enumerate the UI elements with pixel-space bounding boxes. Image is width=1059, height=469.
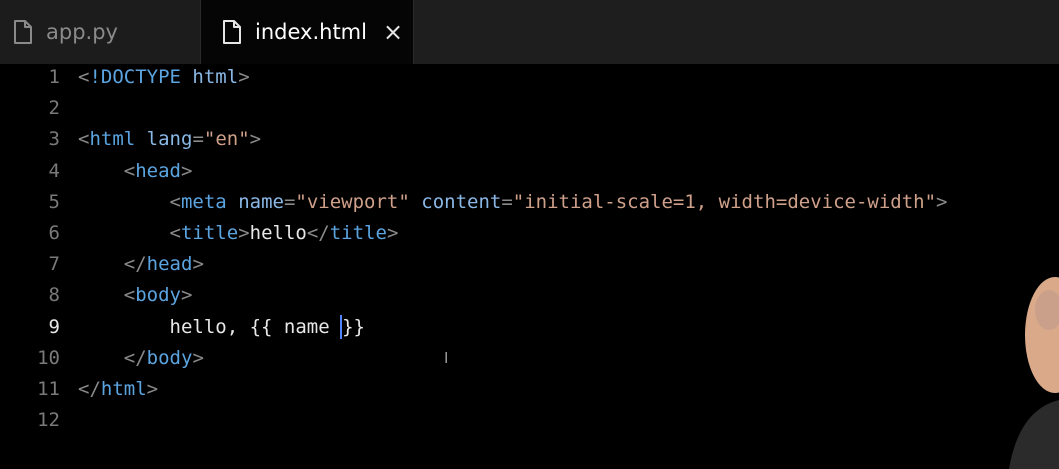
code-text[interactable]: <meta name="viewport" content="initial-s… bbox=[78, 187, 948, 218]
tab-index-html[interactable]: index.html × bbox=[200, 0, 414, 64]
code-text[interactable]: <head> bbox=[78, 156, 193, 187]
code-text[interactable]: <body> bbox=[78, 280, 193, 311]
code-line[interactable]: 3 <html lang="en"> bbox=[0, 124, 1059, 155]
code-text[interactable]: hello, {{ name }} bbox=[78, 312, 365, 343]
line-number: 12 bbox=[37, 409, 60, 432]
tab-label: index.html bbox=[255, 20, 367, 44]
tab-bar: app.py index.html × bbox=[0, 0, 1059, 64]
code-line[interactable]: 4 <head> bbox=[0, 156, 1059, 187]
line-number: 8 bbox=[48, 284, 60, 307]
code-line[interactable]: 2 bbox=[0, 93, 1059, 124]
text-caret bbox=[340, 315, 343, 339]
code-text[interactable]: <!DOCTYPE html> bbox=[78, 62, 250, 93]
code-line[interactable]: 10 </body> bbox=[0, 343, 1059, 374]
line-number: 7 bbox=[48, 253, 60, 276]
code-text[interactable]: </html> bbox=[78, 374, 158, 405]
code-line[interactable]: 11 </html> bbox=[0, 374, 1059, 405]
code-editor[interactable]: app.py index.html × 1 <!DOCTYPE html> 2 3 <h… bbox=[0, 0, 1059, 469]
code-text[interactable]: </body> bbox=[78, 343, 204, 374]
text-cursor-icon: I bbox=[444, 349, 449, 367]
code-line[interactable]: 1 <!DOCTYPE html> bbox=[0, 62, 1059, 93]
presenter-video-overlay bbox=[1009, 277, 1059, 469]
line-number: 6 bbox=[48, 221, 60, 244]
line-number: 3 bbox=[48, 128, 60, 151]
line-number: 2 bbox=[48, 97, 60, 120]
close-icon[interactable]: × bbox=[383, 20, 403, 44]
code-text[interactable]: </head> bbox=[78, 249, 204, 280]
tab-label: app.py bbox=[46, 20, 118, 44]
line-number: 10 bbox=[37, 346, 60, 369]
code-line[interactable]: 9 hello, {{ name }} bbox=[0, 312, 1059, 343]
code-line[interactable]: 8 <body> bbox=[0, 280, 1059, 311]
code-text[interactable]: <html lang="en"> bbox=[78, 124, 261, 155]
code-line[interactable]: 5 <meta name="viewport" content="initial… bbox=[0, 187, 1059, 218]
code-area[interactable]: 1 <!DOCTYPE html> 2 3 <html lang="en"> 4 <hea… bbox=[0, 62, 1059, 436]
line-number: 5 bbox=[48, 190, 60, 213]
file-icon bbox=[14, 20, 32, 44]
line-number: 11 bbox=[37, 377, 60, 400]
file-icon bbox=[223, 20, 241, 44]
line-number: 4 bbox=[48, 159, 60, 182]
code-text[interactable]: <title>hello</title> bbox=[78, 218, 399, 249]
code-line[interactable]: 7 </head> bbox=[0, 249, 1059, 280]
line-number: 1 bbox=[48, 66, 60, 88]
line-number: 9 bbox=[48, 315, 60, 338]
code-line[interactable]: 6 <title>hello</title> bbox=[0, 218, 1059, 249]
tab-app-py[interactable]: app.py bbox=[0, 0, 200, 64]
code-line[interactable]: 12 bbox=[0, 405, 1059, 436]
